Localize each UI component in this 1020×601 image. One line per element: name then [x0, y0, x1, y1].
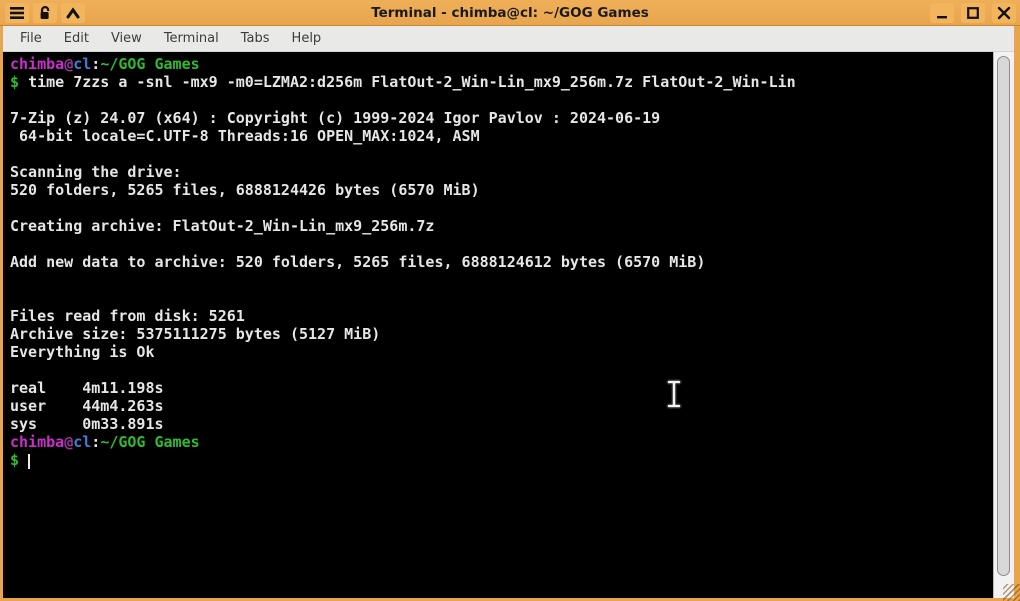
terminal-line: chimba@cl:~/GOG Games [10, 55, 993, 73]
terminal-text: real 4m11.198s [10, 379, 164, 397]
menu-item-edit[interactable]: Edit [53, 27, 100, 50]
text-cursor [28, 454, 31, 469]
menu-item-file[interactable]: File [9, 27, 53, 50]
terminal-line: 64-bit locale=C.UTF-8 Threads:16 OPEN_MA… [10, 127, 993, 145]
titlebar-left-controls [0, 2, 85, 23]
terminal-text: chimba [10, 433, 65, 451]
maximize-button[interactable] [961, 3, 985, 23]
terminal-text: cl [73, 55, 92, 73]
terminal-line: chimba@cl:~/GOG Games [10, 433, 993, 451]
terminal-line: real 4m11.198s [10, 379, 993, 397]
terminal-line: Scanning the drive: [10, 163, 993, 181]
terminal-text: : [91, 55, 101, 73]
terminal-line: 7-Zip (z) 24.07 (x64) : Copyright (c) 19… [10, 109, 993, 127]
terminal-line: Add new data to archive: 520 folders, 52… [10, 253, 993, 271]
collapse-up-button[interactable] [61, 2, 85, 23]
terminal-text: Everything is Ok [10, 343, 155, 361]
minimize-icon [937, 16, 947, 19]
terminal-text: Add new data to archive: 520 folders, 52… [10, 253, 706, 271]
terminal-line: $ [10, 451, 993, 469]
hamburger-menu-icon [10, 6, 24, 19]
terminal-text: Archive size: 5375111275 bytes (5127 MiB… [10, 325, 381, 343]
menu-item-terminal[interactable]: Terminal [153, 27, 230, 50]
terminal-text: ~/GOG Games [100, 433, 200, 451]
terminal-text: 64-bit locale=C.UTF-8 Threads:16 OPEN_MA… [10, 127, 480, 145]
window-controls [930, 3, 1016, 23]
terminal-text: ~/GOG Games [100, 55, 200, 73]
close-button[interactable] [992, 3, 1016, 23]
terminal-text: cl [73, 433, 92, 451]
terminal-output[interactable]: chimba@cl:~/GOG Games $ time 7zzs a -snl … [3, 52, 993, 598]
menubar: File Edit View Terminal Tabs Help [3, 26, 1014, 52]
terminal-content-area: chimba@cl:~/GOG Games $ time 7zzs a -snl … [3, 52, 1014, 598]
unlock-button[interactable] [33, 2, 57, 23]
terminal-text: Creating archive: FlatOut-2_Win-Lin_mx9_… [10, 217, 435, 235]
terminal-text: sys 0m33.891s [10, 415, 164, 433]
titlebar[interactable]: Terminal - chimba@cl: ~/GOG Games [0, 0, 1020, 26]
terminal-line: Everything is Ok [10, 343, 993, 361]
terminal-line: 520 folders, 5265 files, 6888124426 byte… [10, 181, 993, 199]
terminal-text: 7-Zip (z) 24.07 (x64) : Copyright (c) 19… [10, 109, 661, 127]
terminal-text: : [91, 433, 101, 451]
unlock-icon [40, 5, 49, 19]
minimize-button[interactable] [930, 3, 954, 23]
terminal-text: $ [10, 451, 29, 469]
scrollbar[interactable] [993, 52, 1014, 598]
terminal-line: user 44m4.263s [10, 397, 993, 415]
menu-item-tabs[interactable]: Tabs [230, 27, 281, 50]
close-icon [997, 6, 1011, 20]
maximize-icon [967, 7, 979, 19]
terminal-window: Terminal - chimba@cl: ~/GOG Games File E… [0, 0, 1020, 601]
terminal-line: Creating archive: FlatOut-2_Win-Lin_mx9_… [10, 217, 993, 235]
collapse-up-icon [66, 6, 80, 18]
menu-item-view[interactable]: View [100, 27, 153, 50]
terminal-line: $ time 7zzs a -snl -mx9 -m0=LZMA2:d256m … [10, 73, 993, 91]
terminal-text: chimba [10, 55, 65, 73]
terminal-text: $ [10, 73, 29, 91]
terminal-text: user 44m4.263s [10, 397, 164, 415]
resize-grip[interactable] [1003, 584, 1020, 601]
terminal-text: @ [64, 55, 74, 73]
window-menu-button[interactable] [5, 2, 29, 23]
window-title: Terminal - chimba@cl: ~/GOG Games [371, 4, 649, 21]
terminal-text: Scanning the drive: [10, 163, 182, 181]
terminal-line: Archive size: 5375111275 bytes (5127 MiB… [10, 325, 993, 343]
menu-item-help[interactable]: Help [281, 27, 333, 50]
terminal-text: Files read from disk: 5261 [10, 307, 245, 325]
terminal-text: @ [64, 433, 74, 451]
terminal-text: 520 folders, 5265 files, 6888124426 byte… [10, 181, 480, 199]
scrollbar-thumb[interactable] [997, 56, 1010, 576]
terminal-line: sys 0m33.891s [10, 415, 993, 433]
terminal-text: time 7zzs a -snl -mx9 -m0=LZMA2:d256m Fl… [28, 73, 796, 91]
terminal-line: Files read from disk: 5261 [10, 307, 993, 325]
